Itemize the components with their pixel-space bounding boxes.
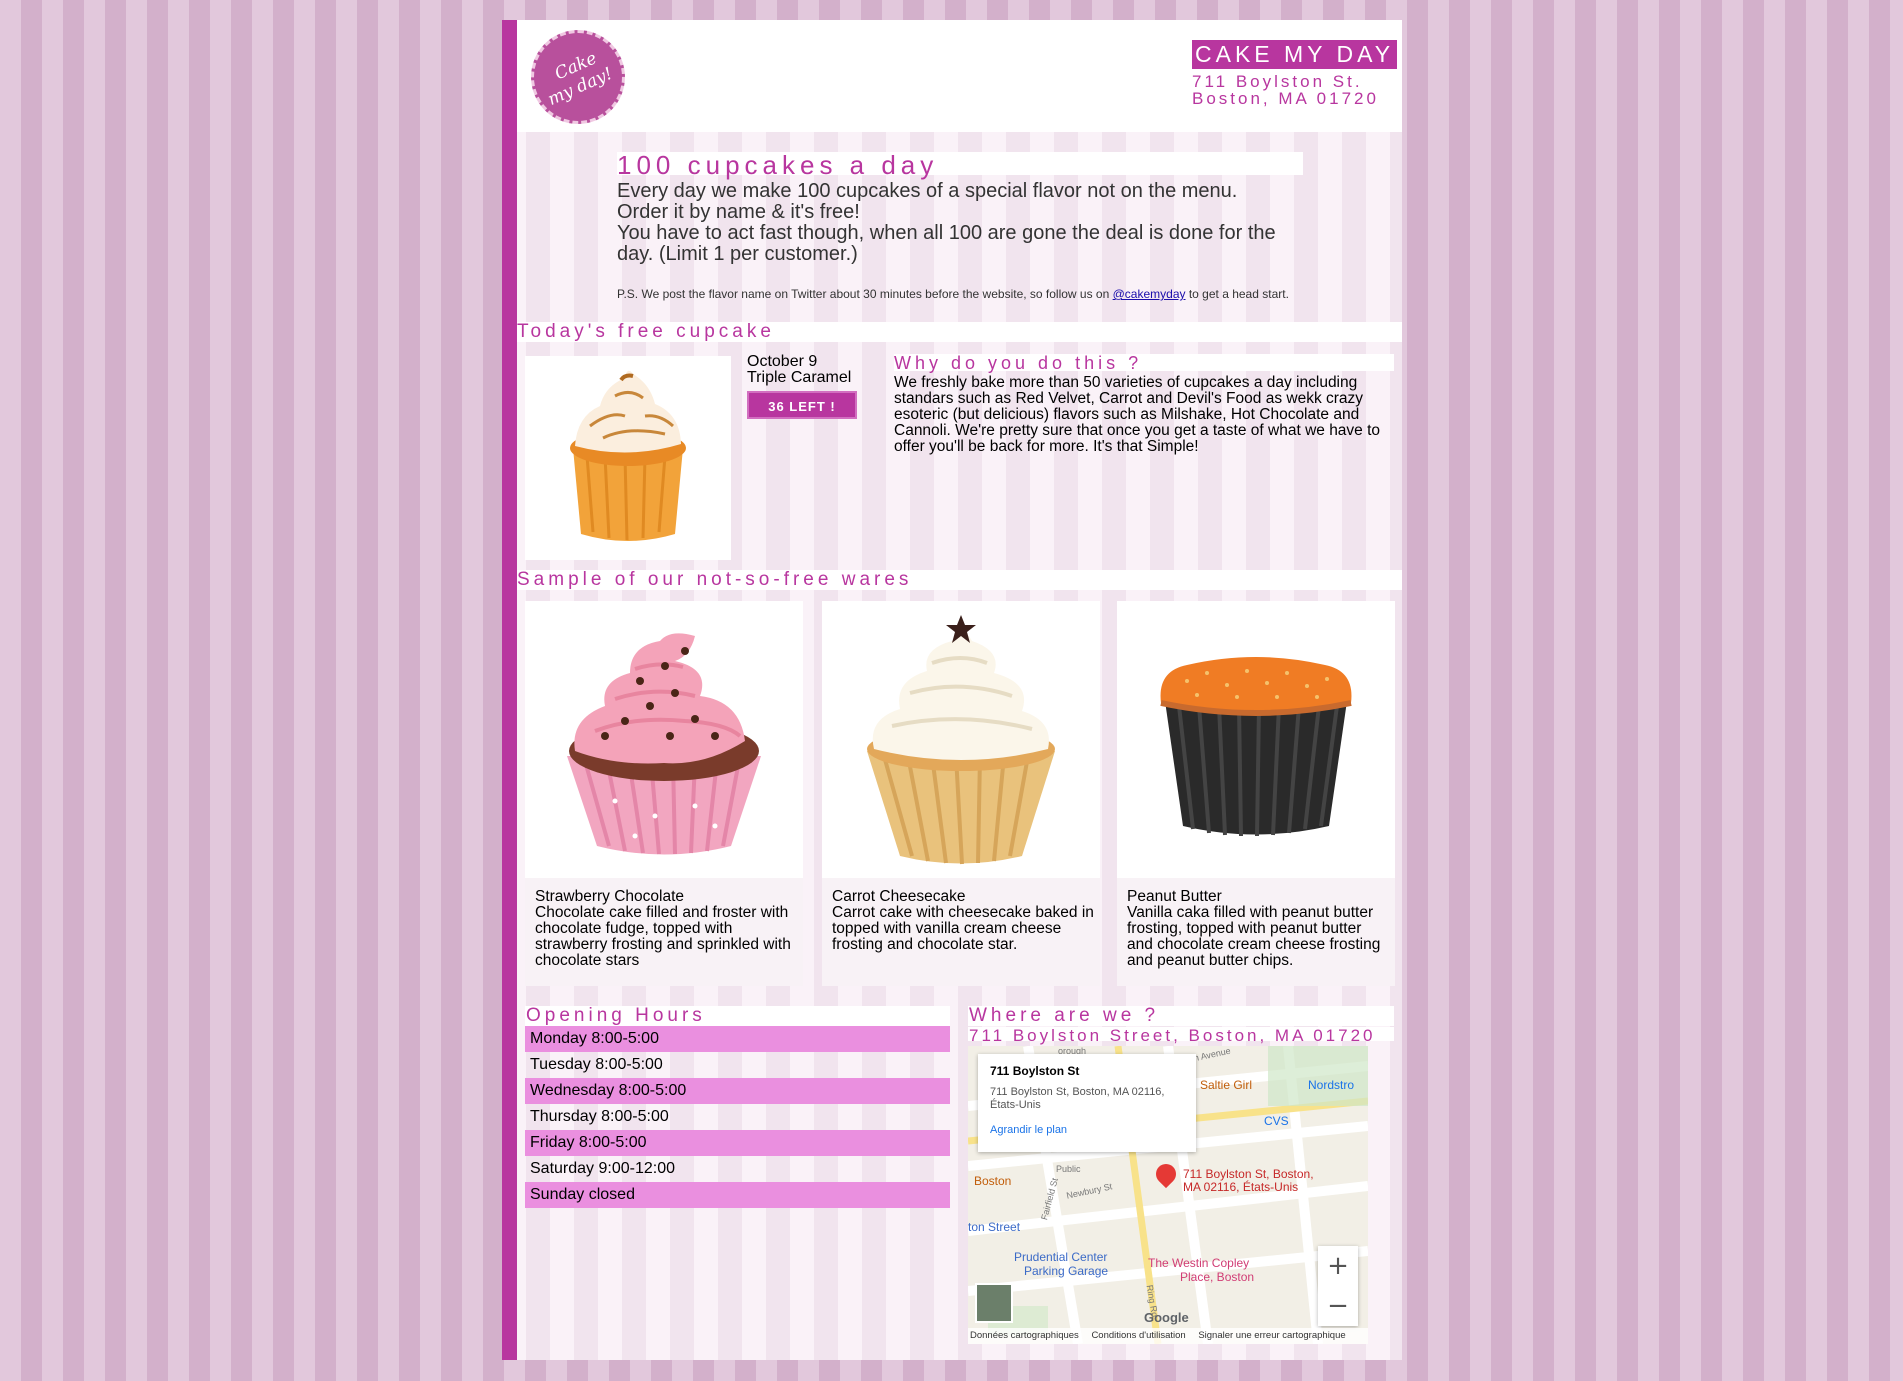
map-pin-label: 711 Boylston St, Boston, MA 02116, États… [1183,1168,1314,1194]
logo-text: Cake my day! [540,48,616,110]
ware-description: Chocolate cake filled and froster with c… [535,904,791,969]
map-place-label[interactable]: Parking Garage [1024,1264,1108,1278]
map-data-link[interactable]: Données cartographiques [970,1330,1079,1341]
ware-name: Carrot Cheesecake [832,888,966,905]
page-container: Cake my day! CAKE MY DAY 711 Boylston St.… [502,20,1402,1360]
free-cupcake-info: October 9 Triple Caramel 36 LEFT ! [747,354,857,419]
brand-block: CAKE MY DAY 711 Boylston St. Boston, MA … [1192,40,1398,108]
map-footer: Données cartographiques Conditions d'uti… [968,1328,1368,1344]
google-logo: Google [1144,1310,1189,1325]
promo-title: 100 cupcakes a day [617,152,1303,178]
free-cupcake-flavor: Triple Caramel [747,369,852,386]
map-place-label[interactable]: Saltie Girl [1200,1078,1252,1092]
zoom-out-button[interactable]: − [1318,1286,1358,1326]
map-card-name: 711 Boylston St [990,1064,1080,1078]
where-address: 711 Boylston Street, Boston, MA 01720 [968,1027,1394,1045]
map-info-card: 711 Boylston St 711 Boylston St, Boston,… [978,1054,1196,1152]
hours-row: Saturday 9:00-12:00 [530,1160,675,1177]
ware-image [525,601,803,878]
where-section: Where are we ? 711 Boylston Street, Bost… [968,1006,1394,1045]
map-terms-link[interactable]: Conditions d'utilisation [1091,1330,1185,1341]
free-cupcake-heading: Today's free cupcake [517,321,775,342]
left-accent-bar [502,20,517,1360]
ware-text: Strawberry Chocolate Chocolate cake fill… [535,889,797,969]
caramel-meringue-cupcake-icon [570,370,686,541]
google-map[interactable]: Saltie Girl Nordstro CVS Boston Prudenti… [968,1046,1368,1344]
peanut-butter-cupcake-icon [1160,657,1352,837]
brand-address-line2: Boston, MA 01720 [1192,89,1379,108]
map-report-link[interactable]: Signaler une erreur cartographique [1198,1330,1345,1341]
ware-image [1117,601,1395,878]
hours-row: Thursday 8:00-5:00 [530,1108,669,1125]
cupcakes-left-badge[interactable]: 36 LEFT ! [747,391,857,419]
ware-card[interactable]: Carrot Cheesecake Carrot cake with chees… [822,601,1100,986]
logo[interactable]: Cake my day! [531,30,625,124]
map-pin-label-line2: MA 02116, États-Unis [1183,1180,1299,1194]
ware-name: Peanut Butter [1127,888,1222,905]
map-place-label[interactable]: CVS [1264,1114,1289,1128]
promo-section: 100 cupcakes a day Every day we make 100… [617,152,1303,301]
hours-row: Monday 8:00-5:00 [525,1026,950,1052]
map-place-label: ton Street [968,1220,1021,1234]
ware-text: Carrot Cheesecake Carrot cake with chees… [832,889,1094,953]
twitter-link[interactable]: @cakemyday [1113,287,1186,301]
carrot-cheesecake-cupcake-icon [867,615,1055,865]
hours-row: Sunday closed [525,1182,950,1208]
ware-name: Strawberry Chocolate [535,888,685,905]
promo-body-line1: Every day we make 100 cupcakes of a spec… [617,180,1238,202]
free-cupcake-heading-band: Today's free cupcake [517,322,1402,342]
map-place-label[interactable]: Place, Boston [1180,1270,1254,1284]
ware-card[interactable]: Peanut Butter Vanilla caka filled with p… [1117,601,1395,986]
promo-ps: P.S. We post the flavor name on Twitter … [617,287,1303,301]
brand-address-line1: 711 Boylston St. [1192,72,1363,91]
map-card-address: 711 Boylston St, Boston, MA 02116, États… [990,1086,1184,1112]
ware-image [822,601,1100,878]
map-place-label[interactable]: Prudential Center [1014,1250,1107,1264]
opening-hours-title: Opening Hours [525,1006,950,1026]
promo-body-line3: You have to act fast though, when all 10… [617,222,1276,265]
brand-name: CAKE MY DAY [1192,40,1398,69]
ware-text: Peanut Butter Vanilla caka filled with p… [1127,889,1389,969]
map-place-label[interactable]: Nordstro [1308,1078,1354,1092]
map-card-address-line2: États-Unis [990,1099,1041,1111]
zoom-in-button[interactable]: + [1318,1246,1358,1286]
site-header: Cake my day! CAKE MY DAY 711 Boylston St.… [517,20,1402,132]
hours-row: Friday 8:00-5:00 [525,1130,950,1156]
promo-ps-suffix: to get a head start. [1185,287,1289,301]
where-title: Where are we ? [968,1006,1394,1026]
promo-body-line2: Order it by name & it's free! [617,201,860,223]
free-cupcake-image [525,356,731,560]
why-body: We freshly bake more than 50 varieties o… [894,374,1381,455]
hours-row: Tuesday 8:00-5:00 [530,1056,663,1073]
promo-body: Every day we make 100 cupcakes of a spec… [617,181,1303,265]
map-place-label[interactable]: The Westin Copley [1148,1256,1249,1270]
map-street-label: Public [1056,1164,1081,1174]
ware-description: Vanilla caka filled with peanut butter f… [1127,904,1381,969]
strawberry-cupcake-icon [567,633,761,855]
promo-ps-prefix: P.S. We post the flavor name on Twitter … [617,287,1113,301]
ware-card[interactable]: Strawberry Chocolate Chocolate cake fill… [525,601,803,986]
why-title: Why do you do this ? [894,354,1394,373]
map-card-address-line1: 711 Boylston St, Boston, MA 02116, [990,1086,1165,1098]
opening-hours-section: Opening Hours Monday 8:00-5:00 Tuesday 8… [525,1006,950,1208]
map-place-label[interactable]: Boston [974,1174,1011,1188]
free-cupcake-date: October 9 [747,353,818,370]
wares-heading: Sample of our not-so-free wares [517,569,913,590]
ware-description: Carrot cake with cheesecake baked in top… [832,904,1094,953]
map-zoom-controls: + − [1318,1246,1358,1326]
enlarge-map-link[interactable]: Agrandir le plan [990,1124,1184,1136]
hours-row: Wednesday 8:00-5:00 [525,1078,950,1104]
wares-heading-band: Sample of our not-so-free wares [517,570,1402,590]
why-section: Why do you do this ? We freshly bake mor… [894,354,1394,455]
